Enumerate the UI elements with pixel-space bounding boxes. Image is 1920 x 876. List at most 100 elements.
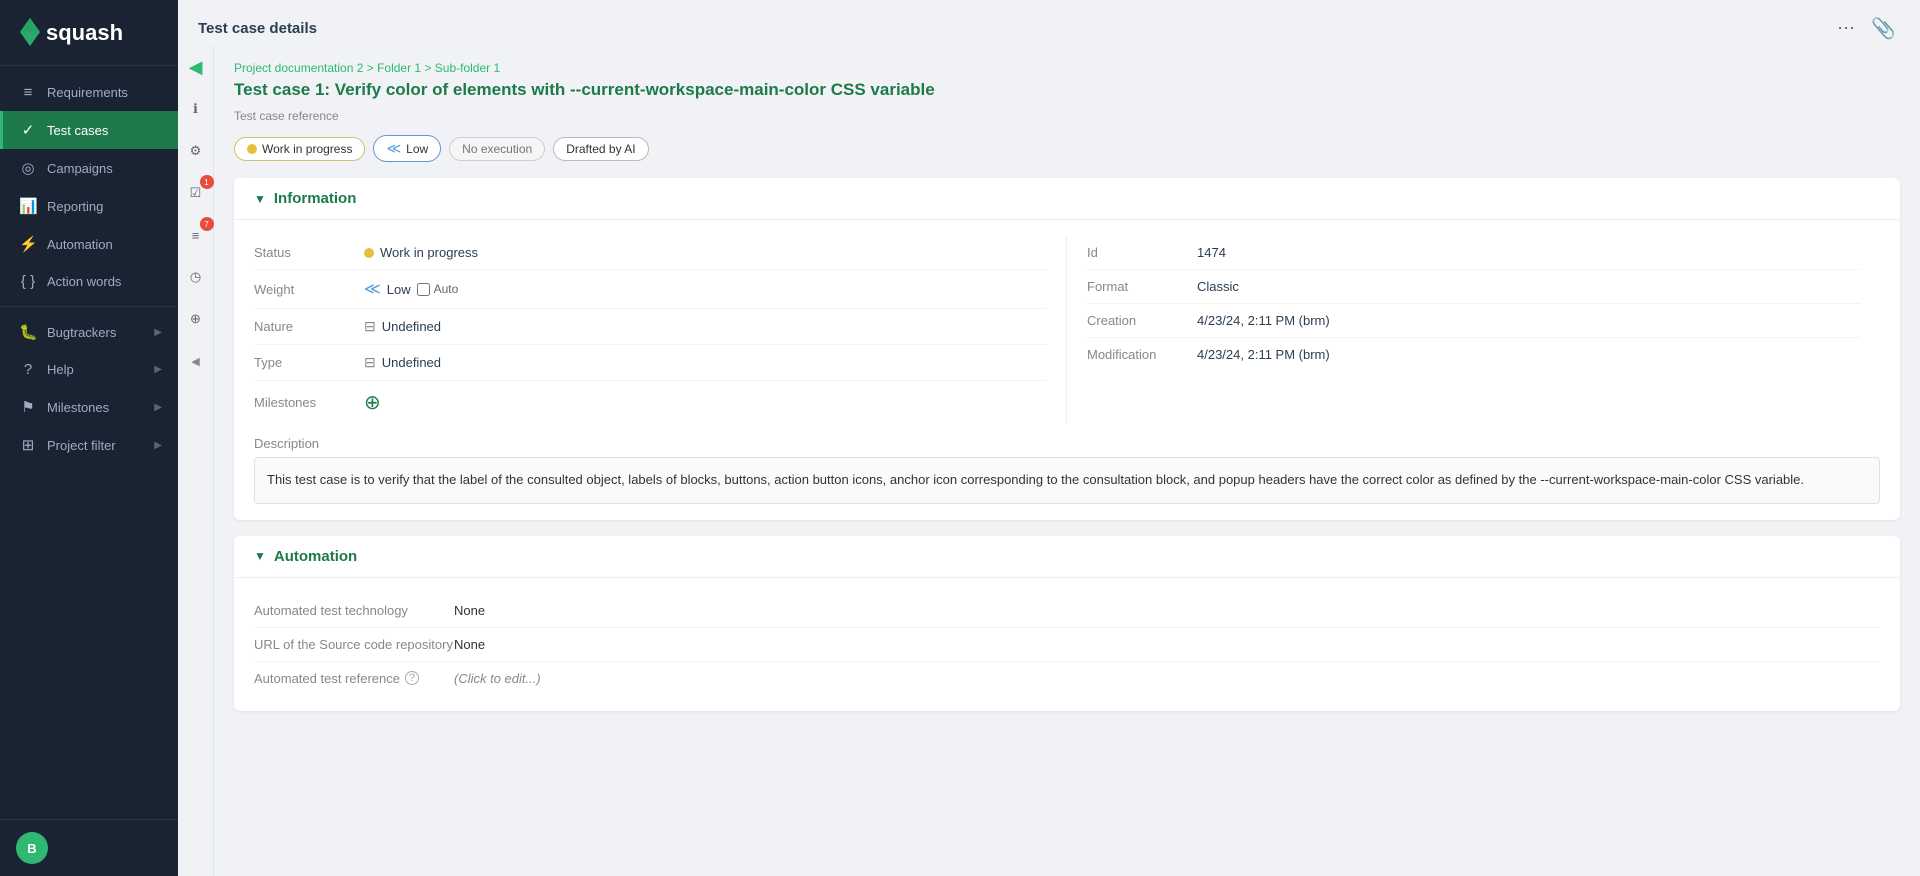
content-wrapper: Project documentation 2 > Folder 1 > Sub… bbox=[214, 45, 1920, 876]
drafted-badge: Drafted by AI bbox=[553, 137, 648, 161]
information-chevron-icon: ▼ bbox=[254, 192, 266, 206]
info-icon-btn[interactable]: ℹ bbox=[182, 95, 210, 123]
app-logo[interactable]: squash bbox=[0, 0, 178, 66]
info-row-format: Format Classic bbox=[1087, 270, 1860, 304]
sidebar: squash ≡ Requirements ✓ Test cases ◎ Cam… bbox=[0, 0, 178, 876]
more-options-button[interactable]: ⋯ bbox=[1833, 14, 1859, 43]
page-header-actions: ⋯ 📎 bbox=[1833, 12, 1900, 45]
sidebar-item-help[interactable]: ? Help ▶ bbox=[0, 351, 178, 388]
gear-icon-btn[interactable]: ⚙ bbox=[182, 137, 210, 165]
clock-icon: ◷ bbox=[190, 269, 201, 285]
info-row-modification: Modification 4/23/24, 2:11 PM (brm) bbox=[1087, 338, 1860, 371]
auto-checkbox-input[interactable] bbox=[417, 283, 430, 296]
weight-arrow-icon: ≪ bbox=[386, 140, 401, 157]
status-value: Work in progress bbox=[364, 245, 478, 260]
automation-section-body: Automated test technology None URL of th… bbox=[234, 578, 1900, 711]
automation-section-title: Automation bbox=[274, 548, 357, 565]
list-icon-btn[interactable]: ≡ 7 bbox=[182, 221, 210, 249]
shield-icon-btn[interactable]: ⊕ bbox=[182, 305, 210, 333]
information-section-title: Information bbox=[274, 190, 357, 207]
list-icon: ≡ bbox=[192, 228, 200, 243]
info-col-left: Status Work in progress Weight bbox=[254, 236, 1067, 424]
information-section-body: Status Work in progress Weight bbox=[234, 220, 1900, 520]
creation-value: 4/23/24, 2:11 PM (brm) bbox=[1197, 313, 1330, 328]
main-area: Test case details ⋯ 📎 ◀ ℹ ⚙ ☑ 1 ≡ 7 bbox=[178, 0, 1920, 876]
test-cases-icon: ✓ bbox=[19, 121, 37, 139]
auto-row-technology: Automated test technology None bbox=[254, 594, 1880, 628]
left-icon-strip: ◀ ℹ ⚙ ☑ 1 ≡ 7 ◷ ⊕ ◀ bbox=[178, 45, 214, 876]
action-words-icon: { } bbox=[19, 273, 37, 290]
test-case-reference: Test case reference bbox=[234, 109, 1900, 123]
modification-value: 4/23/24, 2:11 PM (brm) bbox=[1197, 347, 1330, 362]
info-row-milestones: Milestones ⊕ bbox=[254, 381, 1046, 424]
info-grid: Status Work in progress Weight bbox=[254, 236, 1880, 424]
milestones-add-icon[interactable]: ⊕ bbox=[364, 390, 381, 415]
weight-arrows-icon: ≪ bbox=[364, 279, 381, 299]
sidebar-nav: ≡ Requirements ✓ Test cases ◎ Campaigns … bbox=[0, 66, 178, 819]
automation-chevron-icon: ▼ bbox=[254, 549, 266, 563]
sidebar-item-requirements[interactable]: ≡ Requirements bbox=[0, 74, 178, 111]
info-icon: ℹ bbox=[193, 101, 198, 117]
sidebar-item-project-filter[interactable]: ⊞ Project filter ▶ bbox=[0, 426, 178, 464]
campaigns-icon: ◎ bbox=[19, 159, 37, 177]
information-section: ▼ Information Status Work in bbox=[234, 178, 1900, 520]
svg-text:squash: squash bbox=[46, 20, 123, 45]
automation-icon: ⚡ bbox=[19, 235, 37, 253]
bugtrackers-expand-icon: ▶ bbox=[154, 327, 162, 338]
checklist-icon-btn[interactable]: ☑ 1 bbox=[182, 179, 210, 207]
checklist-badge: 1 bbox=[200, 175, 214, 189]
help-icon: ? bbox=[19, 361, 37, 378]
info-col-right: Id 1474 Format Classic Creation 4/23/24,… bbox=[1067, 236, 1880, 424]
automation-grid: Automated test technology None URL of th… bbox=[254, 594, 1880, 695]
shield-icon: ⊕ bbox=[190, 311, 201, 327]
attach-button[interactable]: 📎 bbox=[1867, 12, 1900, 45]
nature-value: ⊟ Undefined bbox=[364, 318, 441, 335]
list-badge: 7 bbox=[200, 217, 214, 231]
description-section: Description This test case is to verify … bbox=[254, 436, 1880, 504]
help-circle-icon: ? bbox=[405, 671, 419, 685]
breadcrumb: Project documentation 2 > Folder 1 > Sub… bbox=[234, 61, 1900, 75]
status-badge[interactable]: Work in progress bbox=[234, 137, 365, 161]
test-case-title: Test case 1: Verify color of elements wi… bbox=[234, 79, 1900, 101]
help-expand-icon: ▶ bbox=[154, 364, 162, 375]
collapse-sidebar-button[interactable]: ◀ bbox=[185, 351, 206, 372]
automation-section-header[interactable]: ▼ Automation bbox=[234, 536, 1900, 578]
content-area: Project documentation 2 > Folder 1 > Sub… bbox=[214, 45, 1920, 876]
info-row-nature: Nature ⊟ Undefined bbox=[254, 309, 1046, 345]
description-label: Description bbox=[254, 436, 1880, 451]
status-dot bbox=[247, 144, 257, 154]
sidebar-item-action-words[interactable]: { } Action words bbox=[0, 263, 178, 300]
sidebar-item-reporting[interactable]: 📊 Reporting bbox=[0, 187, 178, 225]
auto-row-reference: Automated test reference ? (Click to edi… bbox=[254, 662, 1880, 695]
badge-row: Work in progress ≪ Low No execution Draf… bbox=[234, 135, 1900, 162]
page-header: Test case details ⋯ 📎 bbox=[178, 0, 1920, 45]
execution-badge: No execution bbox=[449, 137, 545, 161]
requirements-icon: ≡ bbox=[19, 84, 37, 101]
id-value: 1474 bbox=[1197, 245, 1226, 260]
clock-icon-btn[interactable]: ◷ bbox=[182, 263, 210, 291]
nature-select-icon: ⊟ bbox=[364, 318, 376, 335]
main-with-icons: ◀ ℹ ⚙ ☑ 1 ≡ 7 ◷ ⊕ ◀ bbox=[178, 45, 1920, 876]
sidebar-divider-1 bbox=[0, 306, 178, 307]
sidebar-item-bugtrackers[interactable]: 🐛 Bugtrackers ▶ bbox=[0, 313, 178, 351]
project-filter-icon: ⊞ bbox=[19, 436, 37, 454]
weight-badge[interactable]: ≪ Low bbox=[373, 135, 441, 162]
user-avatar[interactable]: B bbox=[16, 832, 48, 864]
type-select-icon: ⊟ bbox=[364, 354, 376, 371]
automation-section: ▼ Automation Automated test technology N… bbox=[234, 536, 1900, 711]
sidebar-item-test-cases[interactable]: ✓ Test cases bbox=[0, 111, 178, 149]
sidebar-item-automation[interactable]: ⚡ Automation bbox=[0, 225, 178, 263]
sidebar-item-campaigns[interactable]: ◎ Campaigns bbox=[0, 149, 178, 187]
info-row-weight: Weight ≪ Low Auto bbox=[254, 270, 1046, 309]
description-text: This test case is to verify that the lab… bbox=[254, 457, 1880, 504]
auto-checkbox-label: Auto bbox=[417, 282, 459, 296]
info-row-id: Id 1474 bbox=[1087, 236, 1860, 270]
sidebar-item-milestones[interactable]: ⚑ Milestones ▶ bbox=[0, 388, 178, 426]
milestones-value: ⊕ bbox=[364, 390, 381, 415]
back-button[interactable]: ◀ bbox=[182, 53, 210, 81]
info-row-status: Status Work in progress bbox=[254, 236, 1046, 270]
auto-reference-label: Automated test reference ? bbox=[254, 671, 454, 686]
format-value: Classic bbox=[1197, 279, 1239, 294]
checklist-icon: ☑ bbox=[190, 185, 202, 201]
information-section-header[interactable]: ▼ Information bbox=[234, 178, 1900, 220]
